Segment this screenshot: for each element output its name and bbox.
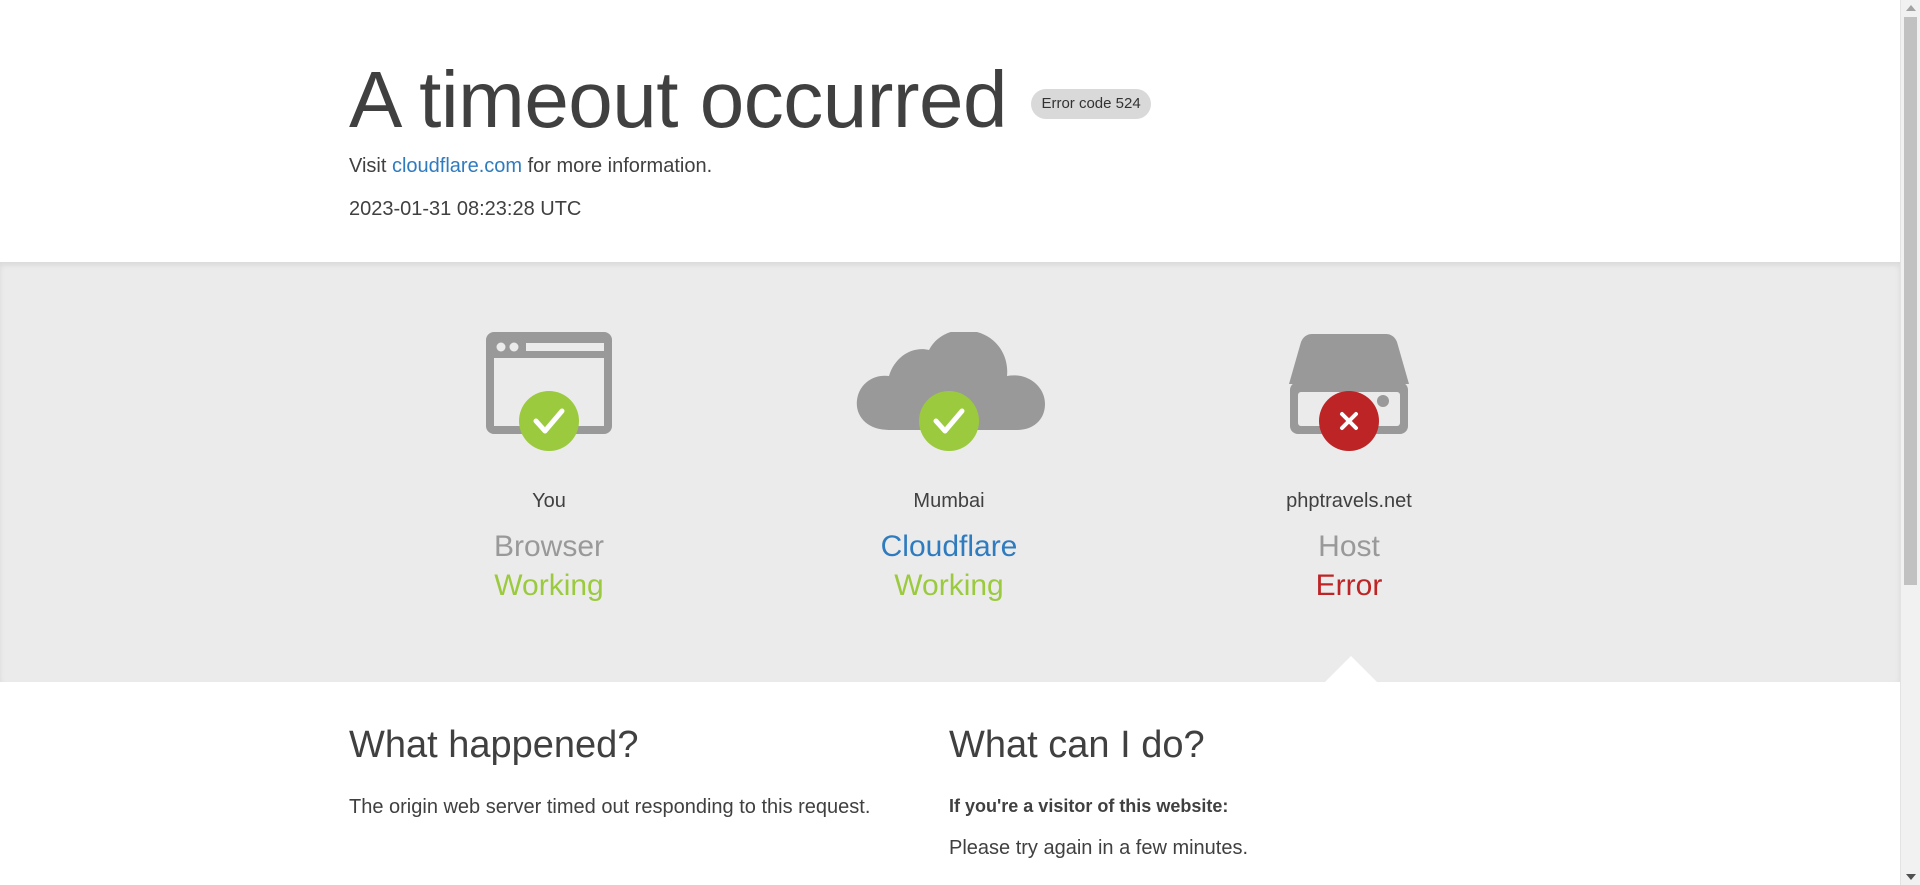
visit-line: Visit cloudflare.com for more informatio…	[349, 155, 712, 178]
page-title: A timeout occurred	[349, 55, 1008, 144]
scroll-up-arrow-icon[interactable]	[1906, 5, 1916, 11]
location-you: You	[532, 490, 566, 512]
state-cloudflare: Working	[894, 569, 1004, 602]
visitor-advice: Please try again in a few minutes.	[949, 837, 1249, 859]
location-host: phptravels.net	[1286, 490, 1412, 512]
vertical-scrollbar[interactable]	[1900, 0, 1920, 885]
service-cloudflare[interactable]: Cloudflare	[749, 530, 1149, 564]
x-icon	[1319, 391, 1379, 451]
what-happened-text: The origin web server timed out respondi…	[349, 796, 871, 818]
error-page: A timeout occurred Error code 524 Visit …	[0, 0, 1900, 885]
what-can-i-do-heading: What can I do?	[949, 724, 1205, 766]
state-browser: Working	[494, 569, 604, 602]
service-browser: Browser	[493, 530, 605, 563]
active-column-pointer	[1325, 656, 1377, 682]
status-band: You Browser Working Mumbai Cloudflare Wo…	[0, 262, 1900, 682]
error-code-badge: Error code 524	[1031, 89, 1151, 119]
server-icon	[1149, 332, 1549, 462]
timestamp: 2023-01-31 08:23:28 UTC	[349, 198, 582, 220]
visit-prefix: Visit	[349, 155, 387, 177]
cloud-icon	[749, 330, 1149, 462]
title-row: A timeout occurred Error code 524	[349, 58, 1151, 142]
cloudflare-link[interactable]: cloudflare.com	[392, 155, 522, 177]
scroll-down-arrow-icon[interactable]	[1906, 874, 1916, 880]
visit-suffix: for more information.	[527, 155, 713, 177]
location-mumbai: Mumbai	[913, 490, 985, 512]
state-host: Error	[1315, 569, 1383, 602]
browser-icon	[349, 332, 749, 462]
scrollbar-thumb[interactable]	[1904, 17, 1917, 585]
service-host: Host	[1318, 530, 1380, 563]
check-icon	[919, 391, 979, 451]
check-icon	[519, 391, 579, 451]
what-happened-heading: What happened?	[349, 724, 639, 766]
visitor-subheading: If you're a visitor of this website:	[949, 796, 1229, 816]
